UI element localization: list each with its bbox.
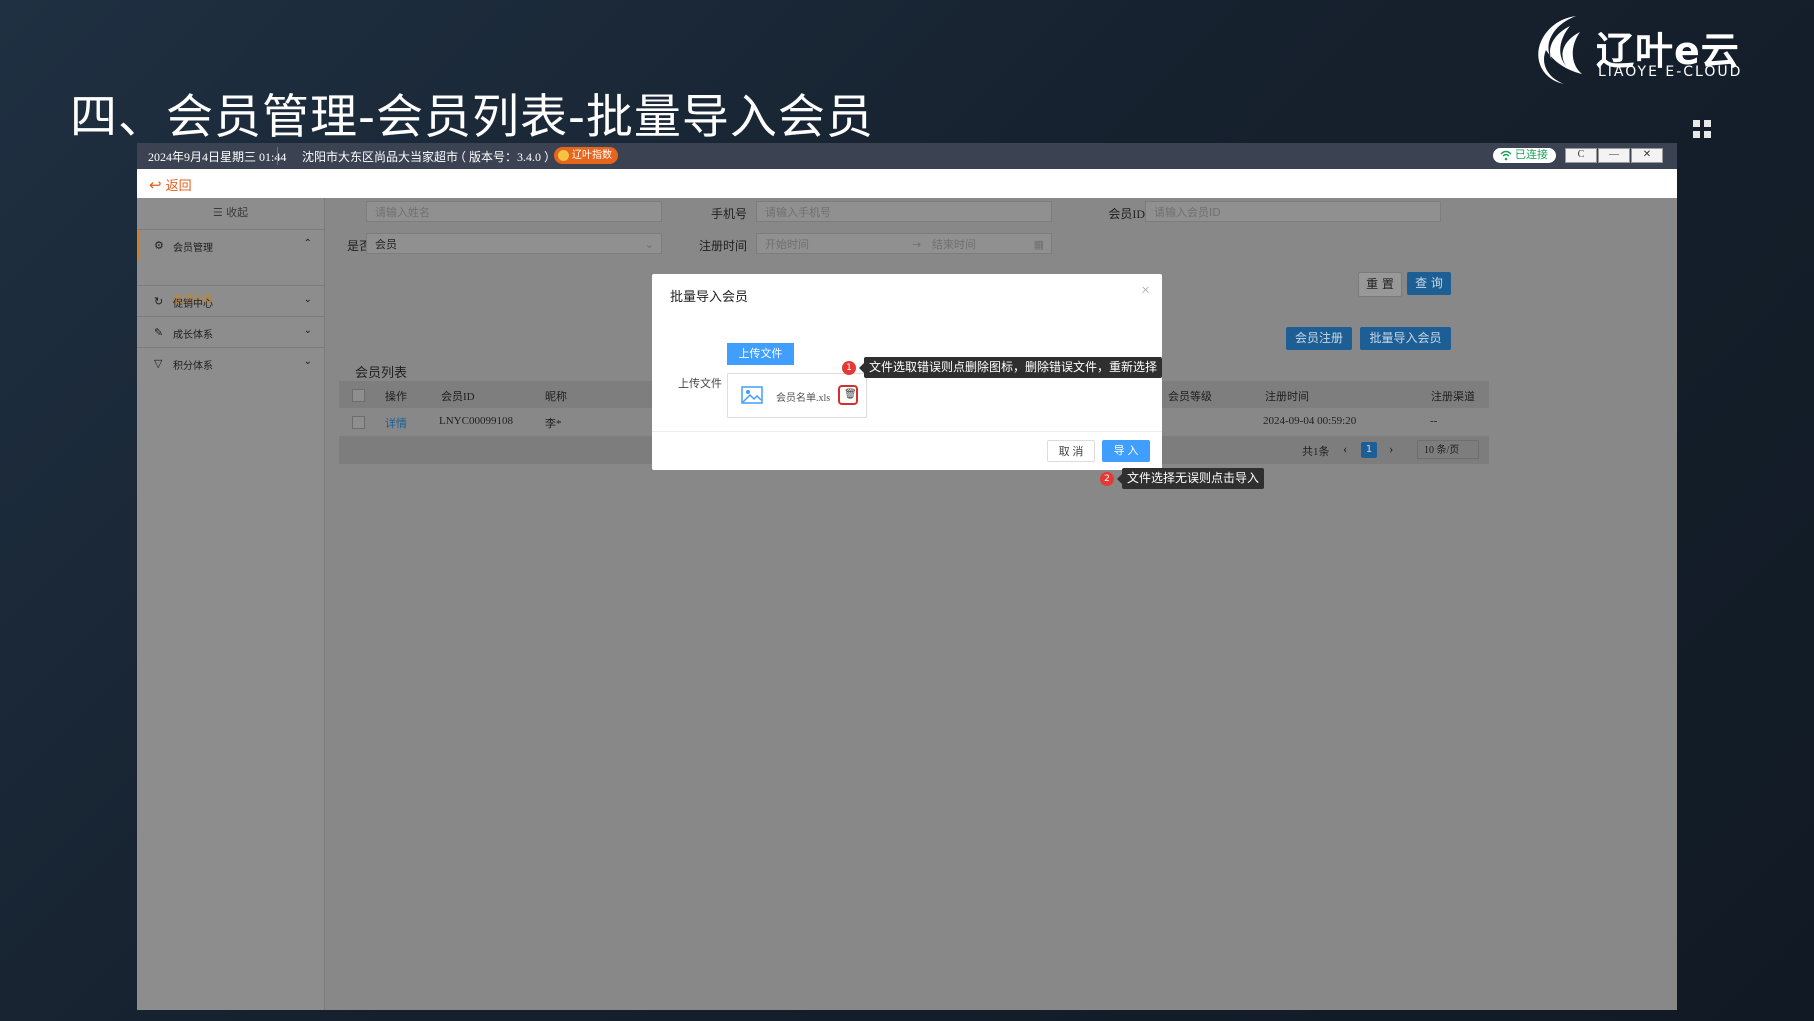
datetime-text: 2024年9月4日星期三 01:44 [148, 150, 287, 164]
column-header: 会员ID [441, 391, 475, 403]
chevron-down-icon: ⌄ [644, 238, 654, 251]
connection-label: 已连接 [1515, 149, 1548, 161]
gear-icon: ⚙ [154, 239, 164, 252]
filter-icon: ▽ [154, 357, 163, 370]
column-header: 注册渠道 [1431, 391, 1475, 403]
chevron-down-icon: ⌄ [303, 325, 312, 336]
name-input[interactable]: 请输入姓名 [366, 201, 662, 222]
reg-time-cell: 2024-09-04 00:59:20 [1263, 415, 1357, 427]
sidebar-item-growth[interactable]: ✎ 成长体系 ⌄ [137, 316, 324, 348]
page-number-button[interactable]: 1 [1361, 442, 1377, 458]
refresh-icon: ↻ [154, 295, 164, 308]
chevron-down-icon: ⌄ [303, 356, 312, 367]
slide-title: 四、会员管理-会员列表-批量导入会员 [70, 90, 874, 145]
brand-logo: 辽叶e云 LIAOYE E-CLOUD [1536, 14, 1740, 86]
member-list-title: 会员列表 [355, 365, 408, 380]
callout-delete-hint: 文件选取错误则点删除图标，删除错误文件，重新选择 [858, 357, 1163, 378]
upload-file-label: 上传文件 [678, 378, 722, 390]
end-time-input[interactable]: 结束时间 [932, 234, 976, 255]
member-id-label: 会员ID [1108, 207, 1145, 221]
sidebar-item-label: 成长体系 [173, 330, 213, 341]
nickname-cell: 李* [545, 418, 562, 430]
step-badge: 1 [842, 361, 856, 375]
is-member-value: 会员 [375, 238, 397, 251]
minimize-button[interactable]: — [1598, 148, 1630, 163]
sidebar-item-points[interactable]: ▽ 积分体系 ⌄ [137, 347, 324, 379]
sidebar-item-member-management[interactable]: ⚙ 会员管理 ⌃ [137, 229, 324, 261]
sidebar-collapse-button[interactable]: ☰ 收起 [137, 198, 324, 228]
file-name: 会员名单.xls [776, 393, 831, 404]
chevron-down-icon: ⌄ [303, 294, 312, 305]
refresh-button[interactable]: C [1565, 148, 1597, 163]
chevron-up-icon: ⌃ [303, 238, 312, 249]
column-header: 会员等级 [1168, 391, 1212, 403]
reset-button[interactable]: 重 置 [1358, 272, 1402, 297]
sidebar: ☰ 收起 ⚙ 会员管理 ⌃ 会员列表 ↻ 促销中心 ⌄ ✎ 成长体系 ⌄ ▽ 积… [137, 198, 325, 1010]
leaf-logo-icon [1538, 16, 1582, 84]
start-time-input[interactable]: 开始时间 [765, 238, 809, 251]
title-bar: 2024年9月4日星期三 01:44 沈阳市大东区尚品大当家超市 （ 版本号：3… [137, 143, 1677, 169]
reg-time-label: 注册时间 [698, 239, 747, 253]
trash-icon: 🗑 [844, 389, 857, 400]
next-page-icon[interactable]: › [1389, 441, 1393, 457]
uploaded-file-card: 会员名单.xls 🗑 [727, 373, 867, 418]
divider [277, 147, 278, 165]
is-member-select[interactable]: 会员 ⌄ [366, 233, 662, 254]
column-header: 注册时间 [1265, 391, 1309, 403]
back-link[interactable]: ↩ 返回 [149, 175, 192, 195]
calendar-icon: ▦ [1033, 238, 1044, 251]
sidebar-item-promotion[interactable]: ↻ 促销中心 ⌄ [137, 285, 324, 317]
back-label: 返回 [165, 178, 192, 193]
image-file-icon [741, 386, 763, 404]
close-icon[interactable]: × [1141, 282, 1150, 300]
member-id-cell: LNYC00099108 [439, 415, 513, 427]
close-window-button[interactable]: ✕ [1631, 148, 1663, 163]
query-button[interactable]: 查 询 [1407, 272, 1451, 295]
grid-dots-icon [1693, 120, 1713, 140]
version-text: （ 版本号：3.4.0 ） [454, 150, 557, 164]
connection-status: 已连接 [1493, 148, 1556, 163]
divider [652, 431, 1162, 432]
tag-icon: ✎ [154, 326, 164, 339]
modal-title: 批量导入会员 [670, 289, 749, 304]
nav-bar: ↩ 返回 [137, 169, 1677, 198]
cancel-button[interactable]: 取 消 [1047, 440, 1095, 462]
sidebar-item-label: 会员管理 [173, 243, 213, 254]
row-checkbox[interactable] [352, 416, 365, 429]
column-header: 昵称 [545, 391, 567, 403]
channel-cell: -- [1430, 415, 1438, 427]
store-name: 沈阳市大东区尚品大当家超市 [302, 150, 459, 164]
reg-time-range[interactable]: 开始时间 → 结束时间 ▦ [756, 233, 1052, 254]
callout-import-hint: 文件选择无误则点击导入 [1116, 468, 1265, 489]
liaoye-index-badge[interactable]: 辽叶指数 [554, 147, 618, 164]
upload-file-button[interactable]: 上传文件 [727, 343, 794, 365]
detail-link[interactable]: 详情 [385, 415, 407, 431]
page-size-select[interactable]: 10 条/页 [1417, 440, 1479, 459]
delete-file-button[interactable]: 🗑 [838, 385, 858, 405]
member-register-button[interactable]: 会员注册 [1286, 327, 1352, 350]
phone-input[interactable]: 请输入手机号 [756, 201, 1052, 222]
pager-total: 共1条 [1302, 446, 1330, 458]
sidebar-item-label: 促销中心 [173, 299, 213, 310]
batch-import-button[interactable]: 批量导入会员 [1360, 327, 1451, 350]
sidebar-item-label: 积分体系 [173, 361, 213, 372]
phone-label: 手机号 [710, 207, 747, 221]
member-id-input[interactable]: 请输入会员ID [1145, 201, 1441, 222]
range-arrow-icon: → [912, 238, 922, 251]
import-button[interactable]: 导 入 [1102, 440, 1150, 462]
column-header: 操作 [385, 391, 407, 403]
back-arrow-icon: ↩ [149, 178, 162, 194]
prev-page-icon[interactable]: ‹ [1343, 441, 1347, 457]
select-all-checkbox[interactable] [352, 389, 365, 402]
step-badge: 2 [1100, 472, 1114, 486]
logo-english-text: LIAOYE E-CLOUD [1598, 64, 1743, 80]
wifi-icon [1500, 150, 1512, 161]
